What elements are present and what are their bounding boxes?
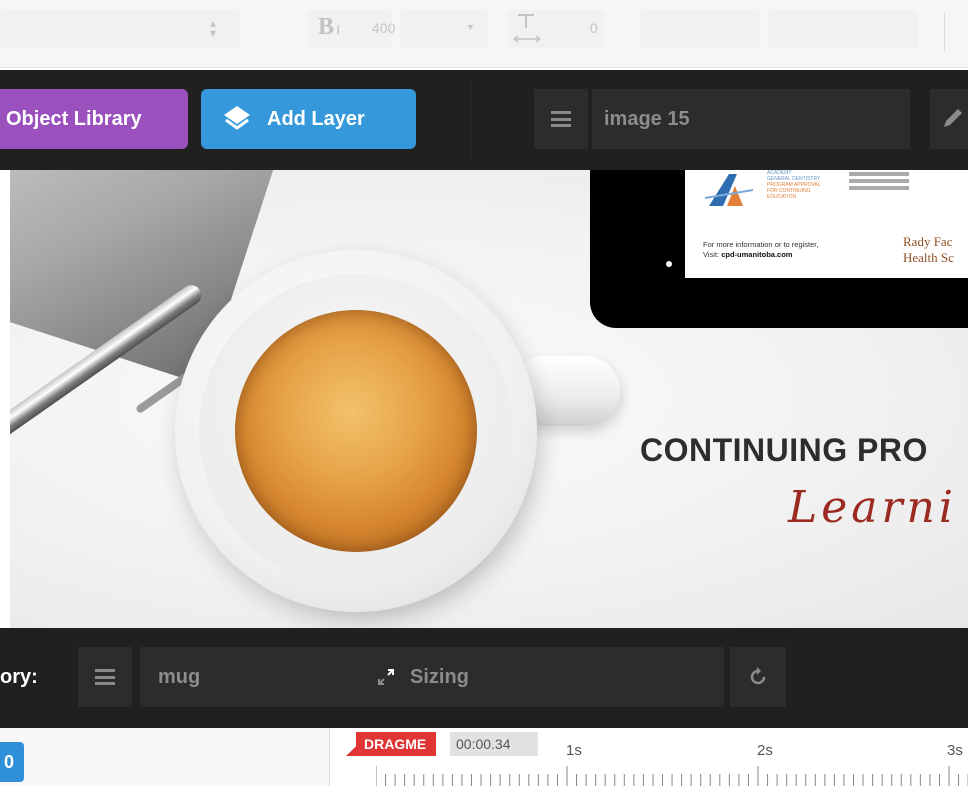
bold-icon: BI — [318, 14, 341, 40]
slide-canvas[interactable]: ACADEMY GENERAL DENTISTRY PROGRAM APPROV… — [10, 170, 968, 628]
more-info-text: For more information or to register, Vis… — [703, 240, 819, 259]
text-properties-bar: ▴ ▾ BI 400 ▼ 0 — [0, 0, 968, 68]
layer-name-input[interactable]: mug — [140, 647, 346, 707]
current-time-display: 00:00.34 — [450, 732, 538, 756]
font-weight-value: 400 — [372, 20, 396, 36]
mug-layer[interactable] — [175, 250, 537, 612]
caret-down-icon: ▼ — [466, 22, 475, 32]
resize-handle[interactable] — [666, 261, 672, 267]
divider — [470, 80, 471, 160]
layer-list-button[interactable] — [78, 647, 132, 707]
reset-button[interactable] — [730, 647, 786, 707]
hamburger-icon — [551, 111, 571, 127]
academy-logo-icon — [704, 174, 754, 206]
refresh-icon — [750, 667, 766, 685]
object-library-label: Object Library — [6, 107, 142, 130]
layers-icon — [224, 106, 250, 130]
add-layer-label: Add Layer — [267, 107, 365, 130]
academy-text: ACADEMY GENERAL DENTISTRY PROGRAM APPROV… — [767, 170, 821, 200]
stepper-icon[interactable]: ▴ ▾ — [210, 17, 216, 39]
headline-text[interactable]: CONTINUING PRO — [640, 432, 928, 469]
hamburger-icon — [95, 669, 115, 685]
script-text[interactable]: Learni — [788, 482, 957, 533]
tick-label-3s: 3s — [947, 742, 963, 759]
sizing-button[interactable]: Sizing — [346, 647, 724, 707]
category-label: ory: — [0, 666, 38, 688]
rady-faculty-text: Rady Fac Health Sc — [903, 234, 954, 265]
playhead-marker[interactable]: DRAGME — [346, 732, 437, 756]
edit-layer-button[interactable] — [930, 89, 968, 149]
editor-toolbar: Object Library Add Layer image 15 — [0, 70, 968, 170]
add-layer-button[interactable]: Add Layer — [201, 89, 416, 149]
timeline-toggle-button[interactable]: 0 — [0, 742, 24, 782]
divider — [944, 12, 945, 52]
approval-text — [849, 172, 909, 190]
tick-label-1s: 1s — [566, 742, 582, 759]
layer-properties-bar: ory: mug Sizing — [0, 628, 968, 728]
letter-spacing-value: 0 — [590, 20, 598, 36]
expand-icon — [378, 669, 394, 685]
editor-app: ▴▾ BI 400 ▼ 0 Object Library Add Layer — [0, 0, 968, 786]
text-style-field[interactable] — [768, 10, 918, 48]
timeline: 0 DRAGME 00:00.34 1s 2s 3s — [0, 728, 968, 786]
font-family-field[interactable] — [0, 10, 240, 48]
coffee-surface — [235, 310, 477, 552]
tablet-image[interactable]: ACADEMY GENERAL DENTISTRY PROGRAM APPROV… — [590, 170, 968, 328]
tick-label-2s: 2s — [757, 742, 773, 759]
object-library-button[interactable]: Object Library — [0, 89, 188, 149]
layer-name-text: mug — [158, 665, 201, 688]
letter-spacing-icon — [513, 14, 541, 43]
pencil-icon — [944, 109, 962, 127]
mug-rim — [199, 274, 513, 588]
timeline-ruler[interactable] — [376, 766, 968, 786]
layer-name-text: image 15 — [604, 107, 690, 130]
timeline-layer-panel: 0 — [0, 728, 330, 786]
layer-name-input[interactable]: image 15 — [592, 89, 910, 149]
sizing-label: Sizing — [410, 665, 469, 688]
tablet-screen: ACADEMY GENERAL DENTISTRY PROGRAM APPROV… — [685, 170, 968, 278]
line-height-field[interactable] — [640, 10, 760, 48]
layer-menu-button[interactable] — [534, 89, 588, 149]
